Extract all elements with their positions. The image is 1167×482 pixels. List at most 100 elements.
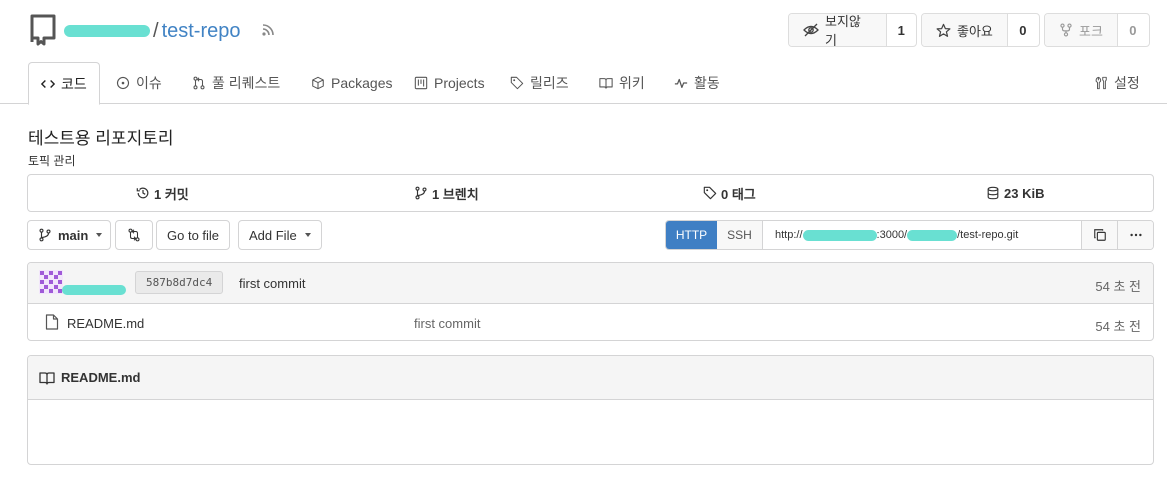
- history-icon: [136, 186, 150, 200]
- avatar[interactable]: [39, 270, 63, 294]
- clone-url-input[interactable]: http:// :3000/ /test-repo.git: [763, 221, 1081, 249]
- star-icon: [936, 23, 951, 38]
- pulse-icon: [674, 76, 688, 90]
- repo-icon: [30, 14, 56, 46]
- tools-icon: [1094, 76, 1108, 90]
- add-file-button[interactable]: Add File: [238, 220, 322, 250]
- tab-activity[interactable]: 활동: [662, 62, 732, 104]
- watch-button[interactable]: 보지않기 1: [788, 13, 917, 47]
- branch-selector[interactable]: main: [27, 220, 111, 250]
- star-button[interactable]: 좋아요 0: [921, 13, 1040, 47]
- branches-stat[interactable]: 1 브렌치: [414, 175, 479, 211]
- tab-settings-label: 설정: [1114, 75, 1140, 91]
- tab-packages[interactable]: Packages: [299, 62, 404, 104]
- go-to-file-button[interactable]: Go to file: [156, 220, 231, 250]
- redacted-owner: [907, 229, 958, 241]
- kebab-horizontal-icon: [1129, 228, 1143, 242]
- branches-count: 1 브렌치: [432, 186, 479, 202]
- tab-projects-label: Projects: [434, 75, 485, 91]
- database-icon: [986, 186, 1000, 200]
- add-file-label: Add File: [249, 227, 297, 243]
- eye-slash-icon: [803, 22, 819, 38]
- fork-count[interactable]: 0: [1118, 14, 1148, 46]
- repo-size: 23 KiB: [1004, 185, 1045, 201]
- compare-button[interactable]: [115, 220, 153, 250]
- tab-packages-label: Packages: [331, 75, 393, 91]
- tab-wiki[interactable]: 위키: [587, 62, 657, 104]
- repo-title: / test-repo: [64, 19, 241, 43]
- branch-name: main: [58, 227, 89, 243]
- size-stat: 23 KiB: [986, 175, 1044, 211]
- manage-topics-link[interactable]: 토픽 관리: [28, 152, 76, 169]
- rss-icon[interactable]: [261, 23, 275, 37]
- pull-request-icon: [192, 76, 206, 90]
- fork-button[interactable]: 포크 0: [1044, 13, 1150, 47]
- tag-icon: [703, 186, 717, 200]
- chevron-down-icon: [96, 233, 103, 237]
- tab-releases-label: 릴리즈: [530, 75, 569, 91]
- watch-count[interactable]: 1: [887, 14, 916, 46]
- repo-owner-link[interactable]: [64, 19, 150, 43]
- commits-count: 1 커밋: [154, 186, 189, 202]
- tab-issues[interactable]: 이슈: [104, 62, 174, 104]
- repo-tabs: 코드 이슈 풀 리퀘스트 Packages Projects 릴리즈 위키 활동…: [0, 62, 1167, 105]
- book-icon: [599, 76, 613, 90]
- tags-count: 0 태그: [721, 186, 756, 202]
- tab-code-label: 코드: [61, 75, 87, 92]
- tab-wiki-label: 위키: [619, 75, 645, 91]
- commit-message[interactable]: first commit: [239, 276, 305, 291]
- tag-icon: [510, 76, 524, 90]
- compare-icon: [127, 228, 141, 242]
- more-options-button[interactable]: [1117, 221, 1153, 249]
- tags-stat[interactable]: 0 태그: [703, 175, 756, 211]
- file-table: 587b8d7dc4 first commit 54 초 전 README.md…: [27, 262, 1154, 341]
- copy-icon: [1093, 228, 1107, 242]
- commit-sha-button[interactable]: 587b8d7dc4: [135, 271, 224, 294]
- tab-settings[interactable]: 설정: [1082, 62, 1152, 104]
- http-clone-button[interactable]: HTTP: [666, 221, 717, 249]
- file-commit-message[interactable]: first commit: [414, 316, 480, 331]
- file-name-link[interactable]: README.md: [67, 316, 144, 331]
- table-row: README.md first commit 54 초 전: [28, 304, 1153, 340]
- readme-header: README.md: [28, 356, 1153, 400]
- repo-name-link[interactable]: test-repo: [162, 20, 241, 43]
- commit-author[interactable]: [62, 282, 126, 298]
- clone-url-prefix: http://: [775, 229, 803, 241]
- project-icon: [414, 76, 428, 90]
- watch-label: 보지않기: [825, 14, 861, 47]
- code-icon: [41, 77, 55, 91]
- repo-stats-bar: 1 커밋 1 브렌치 0 태그 23 KiB: [27, 174, 1154, 212]
- fork-icon: [1059, 23, 1073, 37]
- fork-label: 포크: [1079, 23, 1103, 39]
- file-icon: [45, 314, 59, 330]
- redacted-owner: [64, 25, 150, 37]
- copy-url-button[interactable]: [1081, 221, 1117, 249]
- star-count[interactable]: 0: [1008, 14, 1038, 46]
- tab-code[interactable]: 코드: [28, 62, 100, 105]
- tab-pull-requests-label: 풀 리퀘스트: [212, 75, 281, 91]
- clone-url-bar: HTTP SSH http:// :3000/ /test-repo.git: [665, 220, 1154, 250]
- chevron-down-icon: [304, 233, 311, 237]
- redacted-host: [802, 229, 877, 241]
- package-icon: [311, 76, 325, 90]
- tab-projects[interactable]: Projects: [402, 62, 497, 104]
- path-separator: /: [153, 19, 159, 42]
- clone-url-suffix: /test-repo.git: [957, 229, 1019, 241]
- star-label: 좋아요: [957, 23, 993, 39]
- tab-releases[interactable]: 릴리즈: [498, 62, 581, 104]
- book-icon: [39, 370, 55, 386]
- commits-stat[interactable]: 1 커밋: [136, 175, 189, 211]
- tab-issues-label: 이슈: [136, 75, 162, 91]
- branch-icon: [38, 228, 52, 242]
- issue-icon: [116, 76, 130, 90]
- redacted-author: [62, 285, 126, 295]
- commit-time: 54 초 전: [1095, 279, 1141, 294]
- tab-activity-label: 활동: [694, 75, 720, 91]
- latest-commit-row: 587b8d7dc4 first commit 54 초 전: [28, 263, 1153, 304]
- branch-icon: [414, 186, 428, 200]
- tab-pull-requests[interactable]: 풀 리퀘스트: [180, 62, 292, 104]
- file-commit-time: 54 초 전: [1095, 319, 1141, 334]
- readme-panel: README.md: [27, 355, 1154, 465]
- ssh-clone-button[interactable]: SSH: [717, 221, 763, 249]
- readme-title: README.md: [61, 370, 141, 385]
